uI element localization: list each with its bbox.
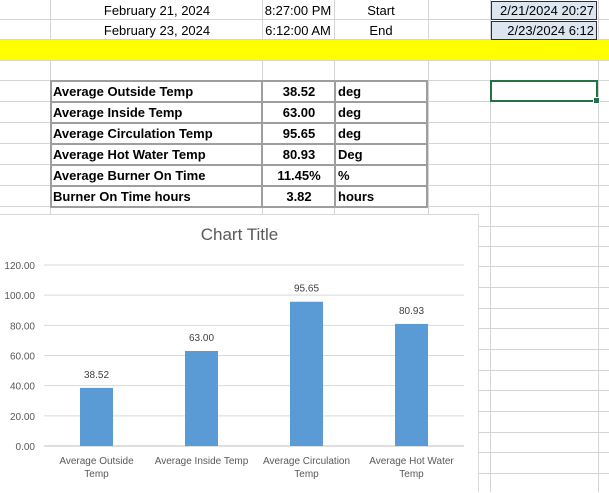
y-tick-label: 100.00 bbox=[4, 291, 35, 302]
end-date-cell[interactable]: February 23, 2024 bbox=[62, 21, 252, 41]
summary-value: 80.93 bbox=[282, 147, 316, 162]
y-tick-label: 80.00 bbox=[10, 321, 35, 332]
summary-table: Average Outside Temp 38.52 deg Average I… bbox=[50, 80, 428, 208]
x-tick-label: Average Hot Water bbox=[369, 456, 454, 467]
summary-value: 95.65 bbox=[282, 126, 316, 141]
selected-cell[interactable] bbox=[490, 80, 600, 104]
summary-label: Average Burner On Time bbox=[53, 168, 206, 183]
end-time-cell[interactable]: 6:12:00 AM bbox=[262, 21, 334, 41]
summary-unit: deg bbox=[338, 126, 362, 141]
summary-row[interactable]: Average Circulation Temp 95.65 deg bbox=[50, 123, 428, 144]
summary-label: Average Inside Temp bbox=[53, 105, 183, 120]
data-label: 63.00 bbox=[189, 333, 214, 344]
data-label: 80.93 bbox=[399, 306, 424, 317]
y-tick-label: 20.00 bbox=[10, 412, 35, 423]
y-tick-label: 60.00 bbox=[10, 352, 35, 363]
table-border bbox=[50, 143, 428, 145]
summary-label: Burner On Time hours bbox=[53, 189, 191, 204]
fill-handle[interactable] bbox=[593, 97, 600, 104]
summary-unit: deg bbox=[338, 84, 362, 99]
spreadsheet-grid[interactable]: February 21, 2024 8:27:00 PM Start 2/21/… bbox=[0, 0, 609, 492]
bar bbox=[395, 323, 428, 446]
end-label-cell[interactable]: End bbox=[334, 21, 428, 41]
y-tick-label: 120.00 bbox=[4, 261, 35, 272]
x-tick-label: Temp bbox=[294, 469, 319, 480]
data-label: 38.52 bbox=[84, 370, 109, 381]
table-border bbox=[50, 80, 428, 82]
bar bbox=[80, 387, 113, 446]
summary-unit: hours bbox=[338, 189, 375, 204]
bar bbox=[290, 301, 323, 446]
data-label: 95.65 bbox=[294, 284, 319, 295]
x-tick-label: Temp bbox=[84, 469, 109, 480]
table-border bbox=[50, 206, 428, 208]
start-datetime-cell[interactable]: 2/21/2024 20:27 bbox=[491, 1, 597, 20]
x-tick-label: Average Inside Temp bbox=[155, 456, 249, 467]
summary-row[interactable]: Average Inside Temp 63.00 deg bbox=[50, 102, 428, 123]
summary-label: Average Outside Temp bbox=[53, 84, 194, 99]
summary-unit: % bbox=[338, 168, 350, 183]
summary-row[interactable]: Burner On Time hours 3.82 hours bbox=[50, 186, 428, 207]
table-border bbox=[50, 122, 428, 124]
summary-label: Average Hot Water Temp bbox=[53, 147, 206, 162]
x-tick-label: Average Outside bbox=[59, 456, 134, 467]
summary-value: 11.45% bbox=[277, 168, 321, 183]
summary-unit: Deg bbox=[338, 147, 363, 162]
table-border bbox=[50, 101, 428, 103]
y-tick-label: 0.00 bbox=[16, 442, 36, 453]
summary-value: 63.00 bbox=[282, 105, 316, 120]
end-datetime-cell[interactable]: 2/23/2024 6:12 bbox=[491, 21, 597, 40]
summary-value: 38.52 bbox=[282, 84, 316, 99]
start-time-cell[interactable]: 8:27:00 PM bbox=[262, 1, 334, 21]
table-border bbox=[50, 185, 428, 187]
summary-row[interactable]: Average Outside Temp 38.52 deg bbox=[50, 81, 428, 102]
summary-row[interactable]: Average Hot Water Temp 80.93 Deg bbox=[50, 144, 428, 165]
gridline bbox=[598, 0, 599, 492]
summary-value: 3.82 bbox=[286, 189, 312, 204]
bar-chart[interactable]: Chart Title 0.00 20.00 40.00 60.00 80.00 100.… bbox=[0, 214, 479, 492]
highlighted-row[interactable] bbox=[0, 40, 609, 60]
summary-label: Average Circulation Temp bbox=[53, 126, 213, 141]
x-tick-label: Average Circulation bbox=[263, 456, 350, 467]
bar bbox=[185, 350, 218, 446]
start-date-cell[interactable]: February 21, 2024 bbox=[62, 1, 252, 21]
gridline bbox=[0, 60, 609, 61]
summary-row[interactable]: Average Burner On Time 11.45% % bbox=[50, 165, 428, 186]
chart-plot-area[interactable]: 0.00 20.00 40.00 60.00 80.00 100.00 120.00 38.5… bbox=[0, 215, 479, 493]
gridline bbox=[490, 0, 491, 492]
start-label-cell[interactable]: Start bbox=[334, 1, 428, 21]
y-tick-label: 40.00 bbox=[10, 382, 35, 393]
summary-unit: deg bbox=[338, 105, 362, 120]
table-border bbox=[50, 164, 428, 166]
x-tick-label: Temp bbox=[399, 469, 424, 480]
